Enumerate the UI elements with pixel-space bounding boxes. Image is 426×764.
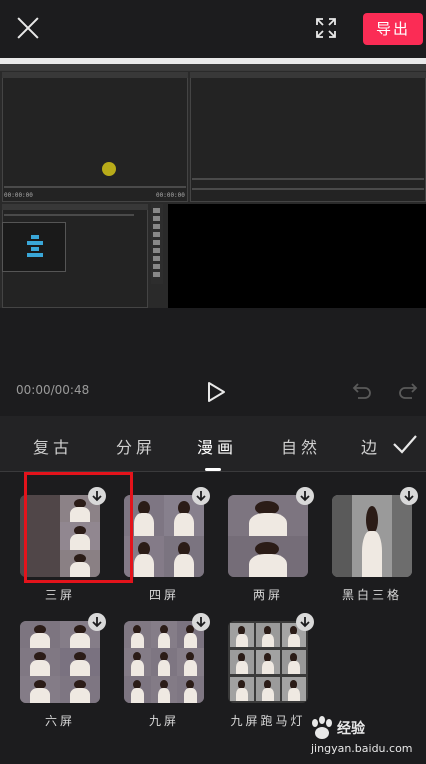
fullscreen-icon[interactable] [316, 18, 336, 38]
tab-comic[interactable]: 漫画 [197, 434, 237, 458]
effect-nine-screen[interactable]: 九屏 [124, 613, 210, 731]
effect-bw-three[interactable]: 黑白三格 [332, 487, 418, 605]
preview-toolbar [151, 204, 163, 284]
effect-label: 九屏跑马灯 [230, 714, 306, 728]
effect-label: 两屏 [252, 588, 283, 602]
effect-label: 四屏 [148, 588, 179, 602]
video-preview[interactable]: 00:00:00 00:00:00 [0, 58, 426, 308]
download-icon[interactable] [88, 613, 106, 631]
watermark: 经验 jingyan.baidu.com [303, 716, 423, 764]
effect-four-screen[interactable]: 四屏 [124, 487, 210, 605]
active-tab-indicator [205, 468, 221, 471]
preview-tabbar [2, 72, 188, 78]
preview-tabbar-right [190, 72, 426, 78]
effect-six-screen[interactable]: 六屏 [20, 613, 106, 731]
undo-icon[interactable] [352, 381, 372, 401]
preview-line [4, 186, 186, 188]
effect-label: 黑白三格 [341, 588, 402, 602]
preview-left-time: 00:00:00 [4, 192, 33, 199]
preview-line [4, 214, 134, 216]
cursor-dot [102, 162, 116, 176]
preview-line [192, 188, 424, 190]
effect-label: 六屏 [44, 714, 75, 728]
download-icon[interactable] [192, 613, 210, 631]
top-bar: 导出 [0, 0, 426, 58]
watermark-brand: 经验 [337, 721, 365, 737]
download-icon[interactable] [296, 487, 314, 505]
effect-thumbnail [20, 621, 100, 703]
effect-label: 三屏 [44, 588, 75, 602]
effect-thumbnail [332, 495, 412, 577]
tab-border[interactable]: 边 [361, 434, 381, 458]
preview-menubar [0, 64, 426, 71]
timecode: 00:00/00:48 [16, 383, 90, 397]
preview-timeline-black [168, 204, 426, 308]
effect-nine-marquee[interactable]: 九屏跑马灯 [228, 613, 314, 731]
export-button[interactable]: 导出 [363, 13, 423, 45]
watermark-url: jingyan.baidu.com [311, 742, 413, 755]
effect-thumbnail [124, 495, 204, 577]
tab-nature[interactable]: 自然 [281, 434, 321, 458]
effect-two-screen[interactable]: 两屏 [228, 487, 314, 605]
effect-category-tabs: 复古 分屏 漫画 自然 边 [0, 416, 426, 472]
download-icon[interactable] [296, 613, 314, 631]
effect-thumbnail [228, 621, 308, 703]
effect-label: 九屏 [148, 714, 179, 728]
preview-right-time: 00:00:00 [156, 192, 185, 199]
effect-thumbnail [124, 621, 204, 703]
effect-thumbnail [228, 495, 308, 577]
paw-logo-icon [312, 716, 332, 739]
preview-program-panel [190, 72, 426, 202]
close-icon[interactable] [14, 14, 42, 42]
playback-controls: 00:00/00:48 [0, 366, 426, 416]
preview-line [192, 178, 424, 180]
download-icon[interactable] [192, 487, 210, 505]
tab-retro[interactable]: 复古 [33, 434, 73, 458]
download-icon[interactable] [400, 487, 418, 505]
preview-project-tabbar [2, 204, 148, 210]
tab-split-screen[interactable]: 分屏 [116, 434, 156, 458]
preview-clip-thumb [2, 222, 66, 272]
redo-icon[interactable] [398, 381, 418, 401]
play-icon[interactable] [206, 381, 226, 403]
preview-gap [0, 308, 426, 366]
selection-highlight [24, 472, 133, 583]
preview-source-panel [2, 72, 188, 202]
check-icon[interactable] [392, 432, 418, 456]
